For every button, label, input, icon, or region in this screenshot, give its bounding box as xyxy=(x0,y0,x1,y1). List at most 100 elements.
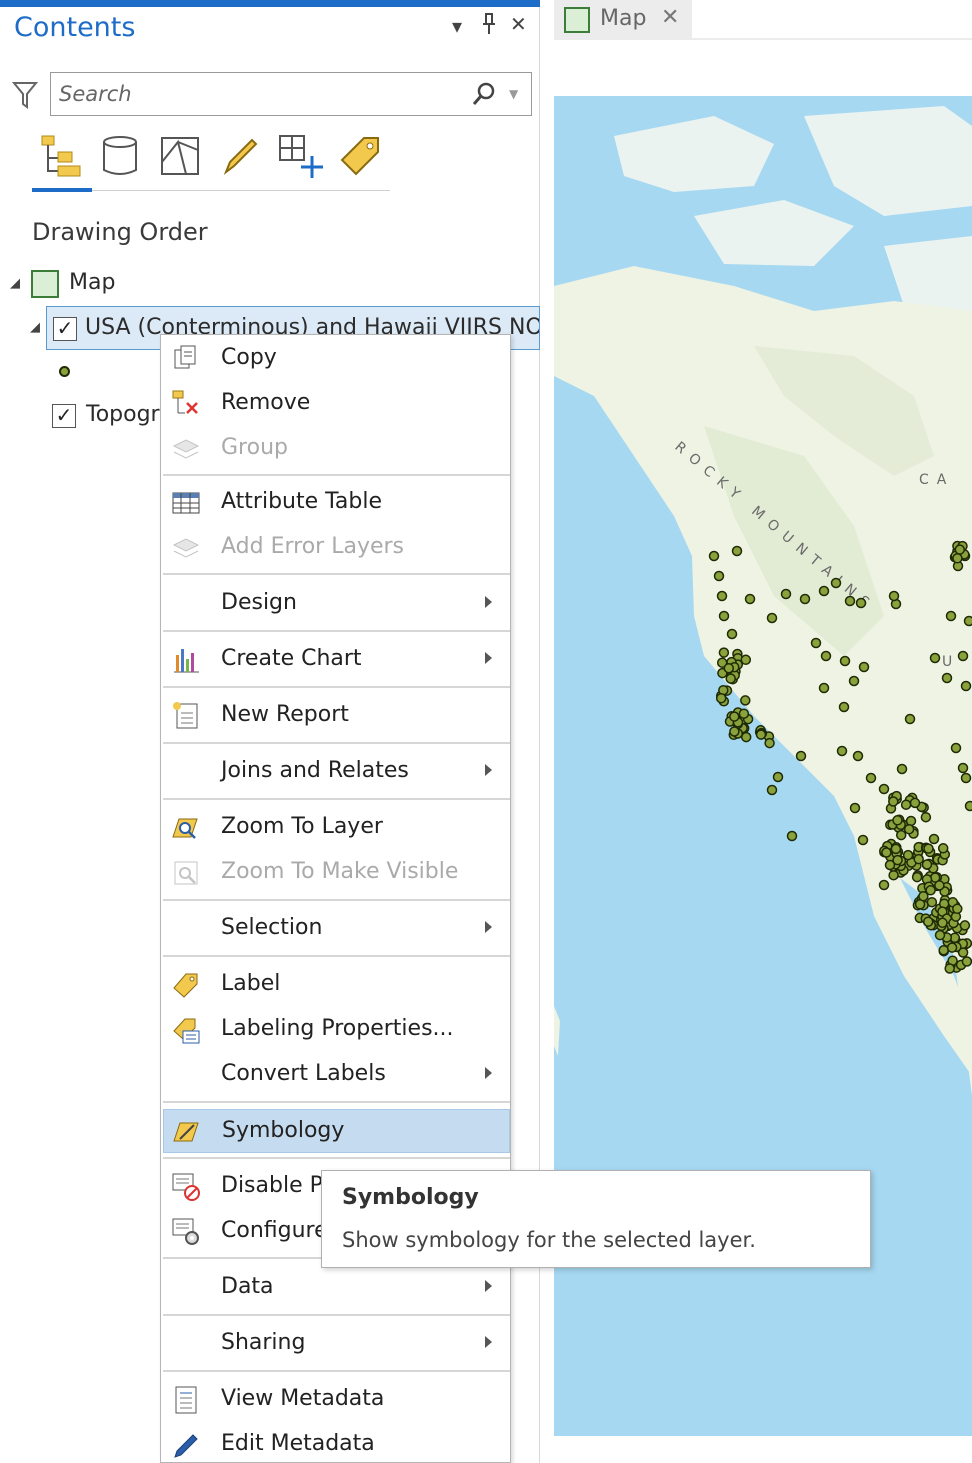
menu-item-zoom-to-layer[interactable]: Zoom To Layer xyxy=(163,806,510,850)
map-point-feature[interactable] xyxy=(849,802,861,814)
search-field[interactable]: ▼ xyxy=(50,72,532,116)
map-point-feature[interactable] xyxy=(740,695,751,706)
map-point-feature[interactable] xyxy=(764,737,775,749)
map-point-feature[interactable] xyxy=(766,784,778,796)
map-point-feature[interactable] xyxy=(888,796,899,807)
menu-item-attribute-table[interactable]: Attribute Table xyxy=(163,481,510,525)
map-point-feature[interactable] xyxy=(946,942,958,953)
map-point-feature[interactable] xyxy=(964,800,972,812)
map-point-feature[interactable] xyxy=(740,731,752,743)
map-point-feature[interactable] xyxy=(929,652,941,664)
map-point-feature[interactable] xyxy=(945,610,957,622)
map-point-feature[interactable] xyxy=(941,672,953,684)
map-point-feature[interactable] xyxy=(918,890,929,902)
map-point-feature[interactable] xyxy=(963,615,972,627)
menu-item-new-report[interactable]: New Report xyxy=(163,694,510,738)
map-point-feature[interactable] xyxy=(708,550,720,562)
map-point-feature[interactable] xyxy=(726,628,738,640)
menu-item-remove[interactable]: Remove xyxy=(163,382,510,426)
map-point-feature[interactable] xyxy=(959,920,971,931)
map-point-feature[interactable] xyxy=(738,708,750,719)
map-point-feature[interactable] xyxy=(725,673,736,684)
map-point-feature[interactable] xyxy=(878,879,890,891)
map-point-feature[interactable] xyxy=(888,869,899,881)
search-options-icon[interactable]: ▼ xyxy=(509,87,518,101)
map-point-feature[interactable] xyxy=(858,661,870,673)
menu-item-copy[interactable]: Copy xyxy=(163,337,510,381)
map-point-feature[interactable] xyxy=(934,880,945,891)
map-point-feature[interactable] xyxy=(911,871,923,883)
map-point-feature[interactable] xyxy=(818,585,830,597)
map-point-feature[interactable] xyxy=(888,590,900,602)
map-point-feature[interactable] xyxy=(952,553,963,564)
map-point-feature[interactable] xyxy=(848,675,860,687)
map-point-feature[interactable] xyxy=(718,647,730,658)
map-expand-icon[interactable]: ◢ xyxy=(10,276,20,291)
map-point-feature[interactable] xyxy=(952,903,963,915)
map-point-feature[interactable] xyxy=(755,729,767,740)
layer-visibility-checkbox[interactable]: ✓ xyxy=(53,317,77,341)
map-point-feature[interactable] xyxy=(938,944,949,956)
close-pane-icon[interactable]: ✕ xyxy=(510,12,527,36)
map-point-feature[interactable] xyxy=(928,833,940,845)
map-point-feature[interactable] xyxy=(896,763,908,775)
list-by-labeling-icon[interactable] xyxy=(336,132,384,180)
map-point-feature[interactable] xyxy=(795,750,807,762)
map-point-feature[interactable] xyxy=(954,544,966,555)
map-point-feature[interactable] xyxy=(960,680,972,692)
map-point-feature[interactable] xyxy=(926,896,938,908)
menu-item-create-chart[interactable]: Create Chart xyxy=(163,638,510,682)
menu-item-label[interactable]: Label xyxy=(163,963,510,1007)
menu-item-sharing[interactable]: Sharing xyxy=(163,1322,510,1366)
menu-item-edit-metadata[interactable]: Edit Metadata xyxy=(163,1423,510,1463)
map-point-feature[interactable] xyxy=(855,597,867,609)
menu-item-data[interactable]: Data xyxy=(163,1266,510,1310)
close-tab-icon[interactable]: ✕ xyxy=(661,5,679,30)
filter-icon[interactable] xyxy=(12,80,38,110)
map-point-feature[interactable] xyxy=(844,595,856,607)
map-point-feature[interactable] xyxy=(895,829,907,841)
map-point-feature[interactable] xyxy=(904,713,916,725)
map-point-feature[interactable] xyxy=(830,577,842,589)
menu-item-convert-labels[interactable]: Convert Labels xyxy=(163,1053,510,1097)
basemap-visibility-checkbox[interactable]: ✓ xyxy=(52,404,76,428)
map-point-feature[interactable] xyxy=(921,859,933,870)
map-point-feature[interactable] xyxy=(780,588,792,600)
list-by-data-source-icon[interactable] xyxy=(96,132,144,180)
menu-item-joins-and-relates[interactable]: Joins and Relates xyxy=(163,750,510,794)
list-by-snapping-icon[interactable] xyxy=(276,132,324,180)
map-point-feature[interactable] xyxy=(950,742,962,754)
tree-item-map[interactable]: Map xyxy=(69,270,115,295)
map-point-feature[interactable] xyxy=(799,593,811,605)
map-point-feature[interactable] xyxy=(731,545,743,557)
map-point-feature[interactable] xyxy=(744,593,756,605)
map-point-feature[interactable] xyxy=(937,917,948,929)
map-point-feature[interactable] xyxy=(865,772,877,784)
map-point-feature[interactable] xyxy=(934,929,946,941)
list-by-drawing-order-icon[interactable] xyxy=(36,132,84,180)
menu-item-design[interactable]: Design xyxy=(163,582,510,626)
map-point-feature[interactable] xyxy=(713,570,725,582)
map-point-feature[interactable] xyxy=(937,843,949,854)
map-point-feature[interactable] xyxy=(960,772,972,784)
map-point-feature[interactable] xyxy=(944,963,955,974)
map-point-feature[interactable] xyxy=(957,650,969,662)
menu-item-symbology[interactable]: Symbology xyxy=(163,1109,510,1153)
search-icon[interactable] xyxy=(471,81,497,107)
map-point-feature[interactable] xyxy=(900,799,912,810)
search-input[interactable] xyxy=(59,77,459,111)
map-point-feature[interactable] xyxy=(920,811,932,823)
pane-options-dropdown-icon[interactable]: ▾ xyxy=(452,14,462,38)
map-point-feature[interactable] xyxy=(838,701,850,713)
map-point-feature[interactable] xyxy=(786,830,798,842)
map-point-feature[interactable] xyxy=(878,783,890,795)
layer-expand-icon[interactable]: ◢ xyxy=(30,320,40,335)
map-point-feature[interactable] xyxy=(903,823,915,835)
map-point-feature[interactable] xyxy=(909,797,921,809)
menu-item-labeling-properties[interactable]: Labeling Properties... xyxy=(163,1008,510,1052)
map-point-feature[interactable] xyxy=(818,682,830,694)
map-point-feature[interactable] xyxy=(839,655,851,667)
map-point-feature[interactable] xyxy=(723,662,735,674)
map-point-feature[interactable] xyxy=(715,692,727,704)
map-point-feature[interactable] xyxy=(836,745,848,757)
